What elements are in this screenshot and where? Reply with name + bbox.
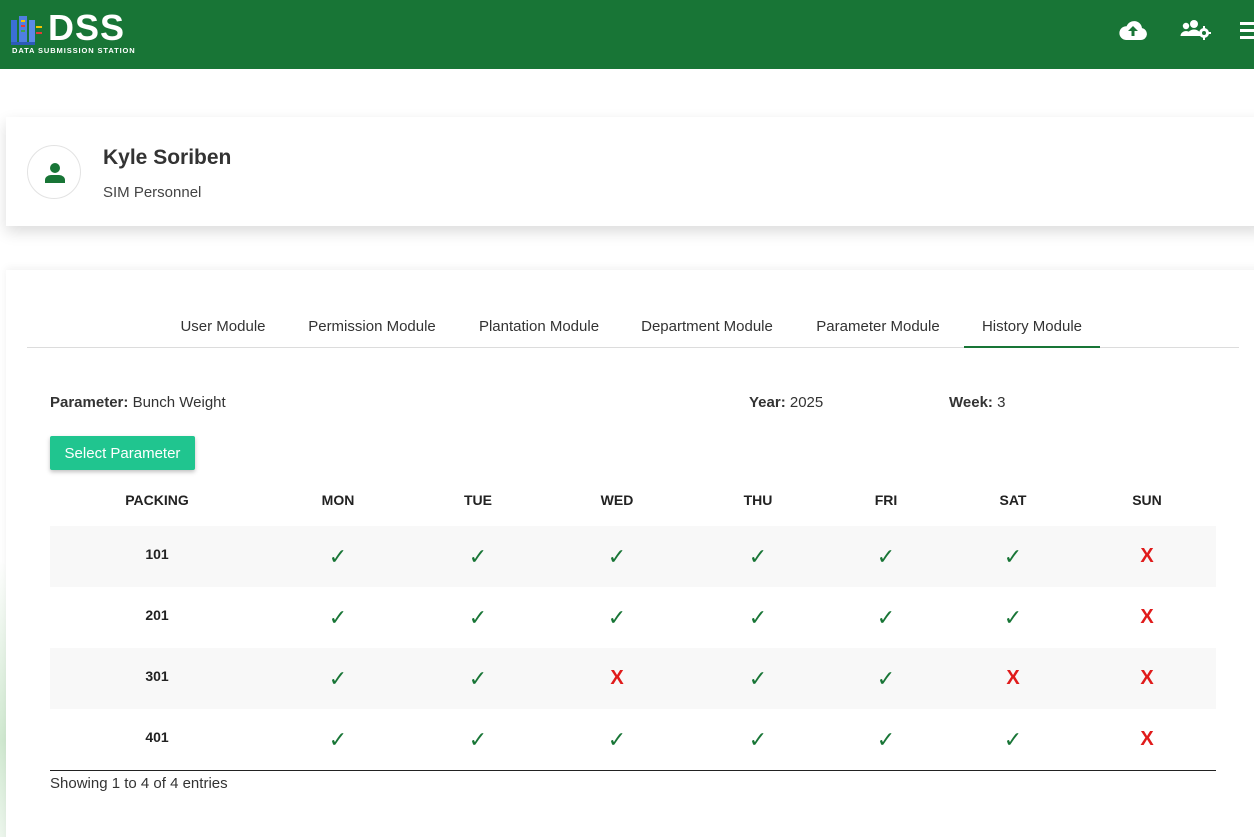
table-row: 101 ✓ ✓ ✓ ✓ ✓ ✓ X	[50, 526, 1216, 587]
cross-mark-icon: X	[1140, 545, 1154, 567]
parameter-label: Parameter:	[50, 394, 129, 411]
check-mark-icon: ✓	[328, 726, 348, 752]
year-info: Year: 2025	[749, 394, 823, 411]
menu-icon[interactable]	[1240, 20, 1254, 40]
packing-cell: 401	[145, 728, 169, 745]
cross-mark-icon: X	[1140, 606, 1154, 628]
table-row: 401 ✓ ✓ ✓ ✓ ✓ ✓ X	[50, 709, 1216, 770]
profile-role: SIM Personnel	[103, 184, 202, 201]
check-mark-icon: ✓	[1003, 543, 1023, 569]
check-mark-icon: ✓	[607, 726, 627, 752]
table-header-row: PACKING MON TUE WED THU FRI SAT SUN	[50, 474, 1216, 526]
logo-subtitle: DATA SUBMISSION STATION	[12, 46, 136, 55]
top-navbar: DSS DATA SUBMISSION STATION	[0, 0, 1254, 69]
entries-info: Showing 1 to 4 of 4 entries	[50, 775, 228, 792]
column-header-fri: FRI	[874, 492, 898, 508]
table-bottom-border	[50, 770, 1216, 771]
table-row: 201 ✓ ✓ ✓ ✓ ✓ ✓ X	[50, 587, 1216, 648]
table-body: 101 ✓ ✓ ✓ ✓ ✓ ✓ X 201 ✓ ✓ ✓ ✓ ✓ ✓ X 301 ✓ ✓ X ✓ ✓ X X 401 ✓ ✓ ✓ ✓ ✓ ✓ X	[50, 526, 1216, 770]
check-mark-icon: ✓	[468, 543, 488, 569]
check-mark-icon: ✓	[468, 665, 488, 691]
table-row: 301 ✓ ✓ X ✓ ✓ X X	[50, 648, 1216, 709]
check-mark-icon: ✓	[748, 543, 768, 569]
cross-mark-icon: X	[1006, 667, 1020, 689]
check-mark-icon: ✓	[748, 604, 768, 630]
check-mark-icon: ✓	[876, 543, 896, 569]
column-header-packing: PACKING	[125, 492, 189, 508]
week-info: Week: 3	[949, 394, 1005, 411]
year-value: 2025	[789, 394, 824, 411]
check-mark-icon: ✓	[607, 543, 627, 569]
tab-history-module[interactable]: History Module	[964, 308, 1100, 348]
users-settings-icon[interactable]	[1179, 18, 1211, 42]
check-mark-icon: ✓	[328, 543, 348, 569]
tab-parameter-module[interactable]: Parameter Module	[803, 308, 953, 348]
column-header-thu: THU	[743, 492, 773, 508]
tab-plantation-module[interactable]: Plantation Module	[466, 308, 612, 348]
tab-user-module[interactable]: User Module	[161, 308, 285, 348]
column-header-tue: TUE	[464, 492, 492, 508]
cloud-upload-icon[interactable]	[1118, 18, 1148, 42]
week-value: 3	[997, 394, 1006, 411]
year-label: Year:	[749, 394, 786, 411]
check-mark-icon: ✓	[328, 604, 348, 630]
check-mark-icon: ✓	[1003, 604, 1023, 630]
week-label: Week:	[949, 394, 993, 411]
column-header-sun: SUN	[1132, 492, 1162, 508]
packing-cell: 101	[145, 545, 169, 562]
profile-card: Kyle Soriben SIM Personnel	[6, 117, 1254, 226]
check-mark-icon: ✓	[876, 665, 896, 691]
column-header-sat: SAT	[999, 492, 1027, 508]
check-mark-icon: ✓	[328, 665, 348, 691]
packing-cell: 201	[145, 606, 169, 623]
cross-mark-icon: X	[1140, 667, 1154, 689]
cross-mark-icon: X	[610, 667, 624, 689]
check-mark-icon: ✓	[876, 604, 896, 630]
check-mark-icon: ✓	[468, 726, 488, 752]
logo-server-icon	[11, 16, 42, 45]
check-mark-icon: ✓	[876, 726, 896, 752]
history-table: PACKING MON TUE WED THU FRI SAT SUN 101 ✓ ✓ ✓ ✓ ✓ ✓ X 2…	[50, 474, 1216, 771]
check-mark-icon: ✓	[607, 604, 627, 630]
parameter-info: Parameter: Bunch Weight	[50, 394, 226, 411]
check-mark-icon: ✓	[748, 665, 768, 691]
avatar	[27, 145, 81, 199]
column-header-mon: MON	[321, 492, 355, 508]
profile-name: Kyle Soriben	[103, 146, 232, 169]
module-tabs: User Module Permission Module Plantation…	[27, 308, 1239, 348]
tab-department-module[interactable]: Department Module	[630, 308, 784, 348]
logo-text: DSS	[48, 7, 126, 48]
parameter-value: Bunch Weight	[132, 394, 226, 411]
check-mark-icon: ✓	[468, 604, 488, 630]
tab-permission-module[interactable]: Permission Module	[295, 308, 449, 348]
cross-mark-icon: X	[1140, 728, 1154, 750]
dss-logo[interactable]: DSS DATA SUBMISSION STATION	[10, 7, 142, 58]
packing-cell: 301	[145, 667, 169, 684]
select-parameter-button[interactable]: Select Parameter	[50, 436, 195, 470]
check-mark-icon: ✓	[1003, 726, 1023, 752]
history-panel: User Module Permission Module Plantation…	[6, 270, 1254, 837]
column-header-wed: WED	[600, 492, 634, 508]
check-mark-icon: ✓	[748, 726, 768, 752]
user-icon	[45, 163, 65, 183]
